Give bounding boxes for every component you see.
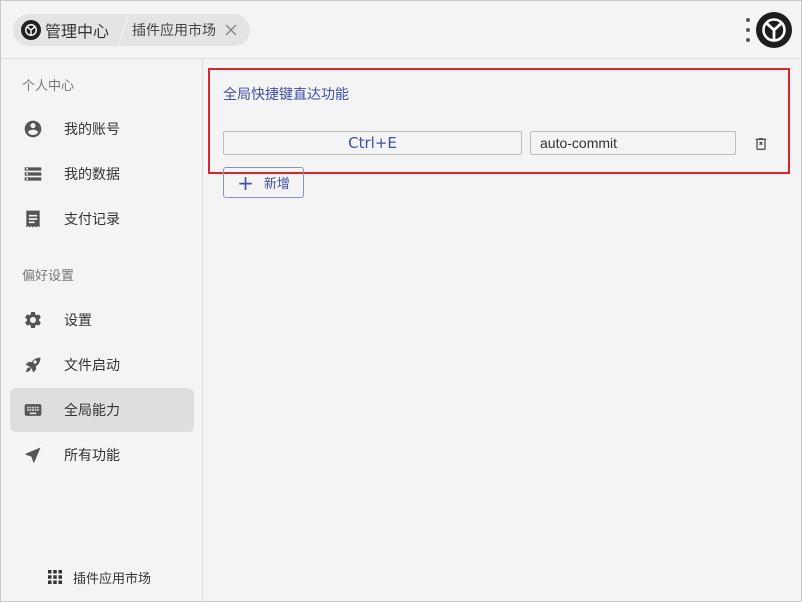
- breadcrumb-home-label: 管理中心: [45, 22, 110, 41]
- app-logo-icon: [21, 20, 41, 40]
- sidebar-item-label: 支付记录: [64, 212, 120, 228]
- command-input[interactable]: auto-commit: [530, 131, 736, 155]
- breadcrumb-tab-label: 插件应用市场: [132, 23, 217, 39]
- sidebar-item-global-abilities[interactable]: 全局能力: [10, 388, 194, 432]
- add-button-label: 新增: [263, 177, 290, 192]
- main-content: 全局快捷键直达功能 Ctrl+E auto-commit + 新增: [204, 59, 801, 601]
- breadcrumb-tab-market[interactable]: 插件应用市场: [132, 14, 238, 46]
- section-title-personal: 个人中心: [22, 79, 75, 94]
- sidebar-item-all-features[interactable]: 所有功能: [10, 433, 194, 477]
- hotkey-input[interactable]: Ctrl+E: [223, 131, 522, 155]
- delete-button[interactable]: [752, 134, 770, 154]
- sidebar-item-account[interactable]: 我的账号: [10, 107, 194, 151]
- close-icon[interactable]: [224, 23, 238, 37]
- sidebar-item-payments[interactable]: 支付记录: [10, 197, 194, 241]
- app-window: 管理中心 插件应用市场 个人中心 我的账号 我的数据 支付记录 偏好设置 设置 …: [0, 0, 802, 602]
- breadcrumb-home[interactable]: 管理中心: [21, 14, 123, 46]
- apps-grid-icon: [47, 569, 63, 585]
- sidebar-item-label: 我的账号: [64, 122, 120, 138]
- account-circle-icon: [22, 118, 44, 140]
- sidebar-item-label: 文件启动: [64, 358, 120, 374]
- app-logo-icon[interactable]: [756, 12, 792, 48]
- sidebar-item-label: 设置: [64, 313, 92, 329]
- plus-icon: +: [237, 170, 254, 195]
- keyboard-icon: [22, 399, 44, 421]
- title-bar: 管理中心 插件应用市场: [1, 1, 801, 59]
- gear-icon: [22, 309, 44, 331]
- sidebar-item-data[interactable]: 我的数据: [10, 152, 194, 196]
- feature-title: 全局快捷键直达功能: [223, 87, 349, 103]
- sidebar-item-label: 所有功能: [64, 448, 120, 464]
- sidebar: 个人中心 我的账号 我的数据 支付记录 偏好设置 设置 文件启动 全局能力 所有…: [1, 59, 203, 601]
- add-hotkey-button[interactable]: + 新增: [223, 167, 304, 198]
- storage-list-icon: [22, 163, 44, 185]
- sidebar-item-settings[interactable]: 设置: [10, 298, 194, 342]
- plugin-market-label: 插件应用市场: [73, 571, 152, 587]
- plugin-market-button[interactable]: 插件应用市场: [47, 565, 151, 589]
- sidebar-item-file-launch[interactable]: 文件启动: [10, 343, 194, 387]
- receipt-icon: [22, 208, 44, 230]
- breadcrumb: 管理中心 插件应用市场: [13, 14, 251, 46]
- section-title-prefs: 偏好设置: [22, 269, 75, 284]
- sidebar-item-label: 我的数据: [64, 167, 120, 183]
- navigation-arrow-icon: [22, 444, 44, 466]
- sidebar-item-label: 全局能力: [64, 403, 120, 419]
- trash-icon: [753, 135, 769, 153]
- more-vertical-icon[interactable]: [745, 18, 751, 42]
- rocket-icon: [22, 354, 44, 376]
